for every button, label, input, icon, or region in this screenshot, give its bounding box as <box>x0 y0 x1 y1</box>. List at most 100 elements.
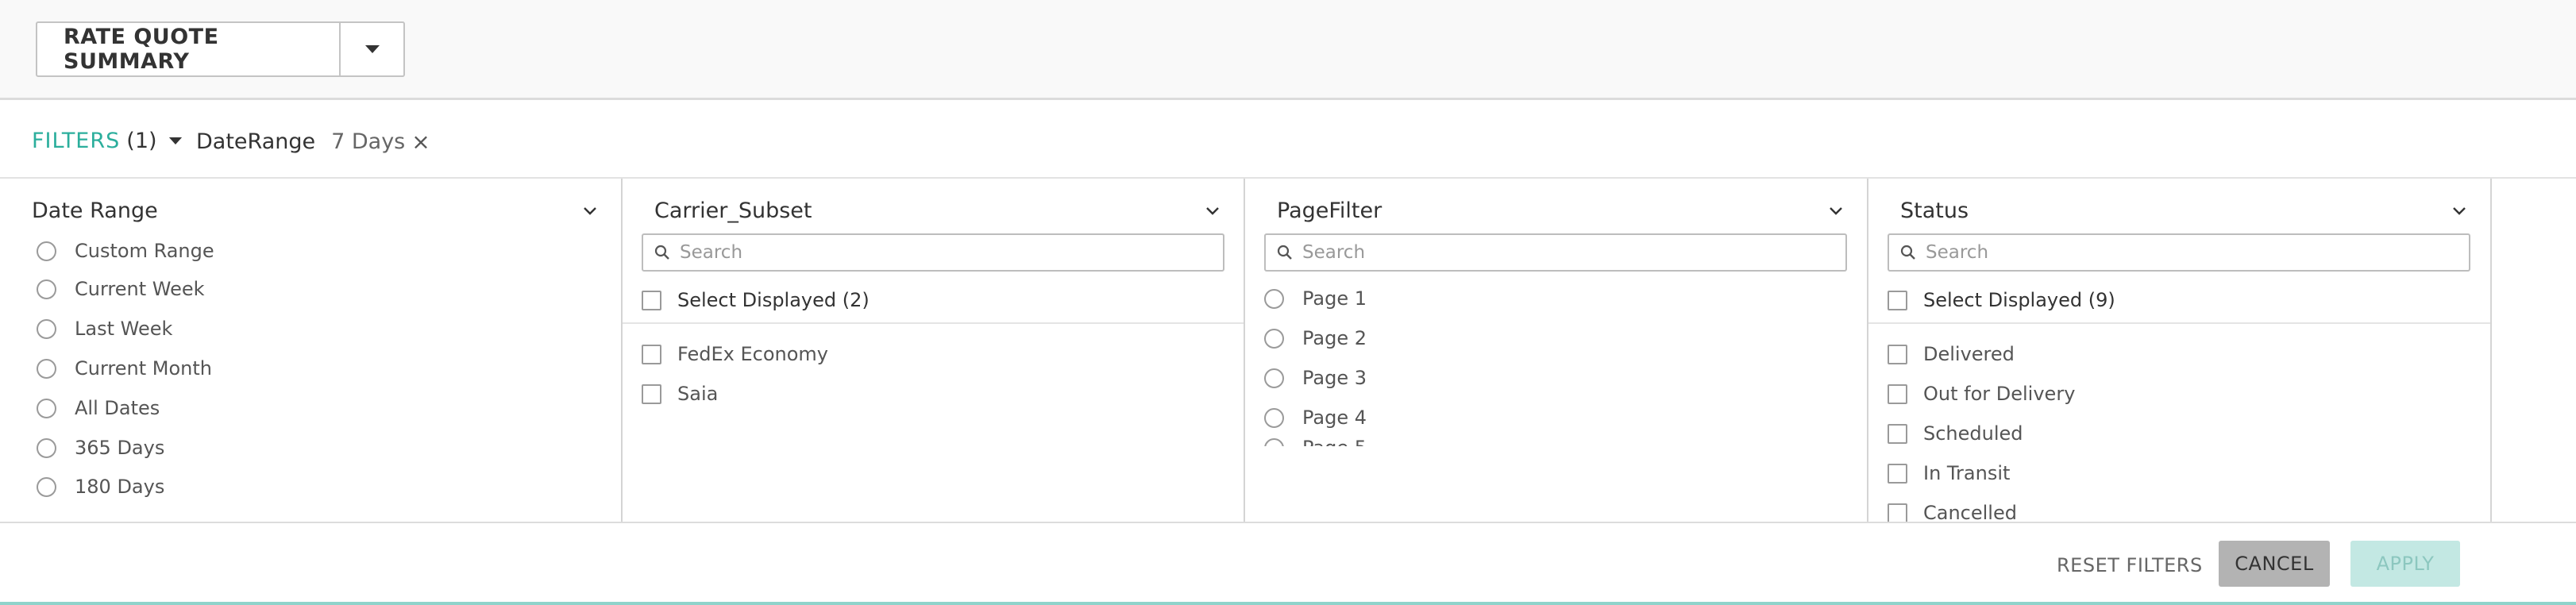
radio-button[interactable] <box>37 358 56 379</box>
option-label: Cancelled <box>1923 502 2017 522</box>
close-icon[interactable]: × <box>411 129 430 155</box>
search-input[interactable] <box>1926 242 2442 263</box>
select-displayed-label: Select Displayed (9) <box>1923 289 2115 311</box>
chevron-down-icon[interactable] <box>2452 206 2466 215</box>
select-displayed-label: Select Displayed (2) <box>677 289 870 311</box>
radio-button[interactable] <box>1264 288 1284 309</box>
filters-count: (1) <box>126 129 157 153</box>
checkbox-option[interactable]: Out for Delivery <box>1888 383 2075 405</box>
search-input[interactable] <box>680 242 1196 263</box>
option-label: Page 5 <box>1302 437 1367 446</box>
radio-button[interactable] <box>37 241 56 261</box>
checkbox[interactable] <box>1888 503 1907 522</box>
checkbox[interactable] <box>642 383 661 404</box>
radio-option[interactable]: Last Week <box>37 318 172 340</box>
search-box <box>1264 233 1847 272</box>
cancel-button[interactable]: CANCEL <box>2219 541 2330 587</box>
chevron-down-icon[interactable] <box>1205 206 1220 215</box>
select-displayed-checkbox[interactable]: Select Displayed (2) <box>642 289 870 311</box>
radio-option[interactable]: Custom Range <box>37 240 214 262</box>
filters-toggle-label: FILTERS <box>32 129 121 153</box>
chip-key: DateRange <box>196 129 316 154</box>
page-option-list: Page 1 Page 2 Page 3 <box>1245 278 1867 397</box>
filter-panel-status: Status Select Displayed (9) Delivered Ou… <box>1868 179 2492 522</box>
checkbox-option[interactable]: FedEx Economy <box>642 343 828 365</box>
radio-option[interactable]: Current Week <box>37 278 205 300</box>
radio-option[interactable]: Page 4 <box>1264 407 1367 429</box>
option-label: Page 4 <box>1302 407 1367 429</box>
checkbox-option[interactable]: In Transit <box>1888 462 2010 484</box>
checkbox-option[interactable]: Delivered <box>1888 343 2015 365</box>
filter-chip-daterange[interactable]: DateRange 7 Days × <box>196 129 430 155</box>
radio-option[interactable]: Page 3 <box>1264 367 1367 389</box>
radio-option[interactable]: 365 Days <box>37 437 164 459</box>
apply-button[interactable]: APPLY <box>2350 541 2460 587</box>
report-selector-dropdown[interactable] <box>341 23 403 75</box>
option-label: Last Week <box>75 318 173 340</box>
radio-button[interactable] <box>37 398 56 418</box>
radio-button[interactable] <box>37 437 56 458</box>
filter-panel-carrier-subset: Carrier_Subset Select Displayed (2) FedE… <box>623 179 1245 522</box>
option-label: Page 1 <box>1302 287 1367 310</box>
radio-button[interactable] <box>1264 328 1284 349</box>
filter-panel-page-filter: PageFilter Page 1 Page 2 Page 3 Page 4 P… <box>1245 179 1868 522</box>
report-toolbar: RATE QUOTE SUMMARY <box>0 0 2576 100</box>
checkbox[interactable] <box>642 290 661 310</box>
radio-button[interactable] <box>1264 407 1284 428</box>
radio-button[interactable] <box>1264 437 1284 446</box>
option-label: FedEx Economy <box>677 343 829 365</box>
checkbox[interactable] <box>642 344 661 364</box>
checkbox[interactable] <box>1888 423 1907 444</box>
panel-title: Date Range <box>32 198 158 223</box>
option-label: 180 Days <box>75 476 165 498</box>
radio-button[interactable] <box>1264 368 1284 388</box>
filter-bar: FILTERS (1) DateRange 7 Days × <box>0 102 2576 179</box>
radio-option[interactable]: Page 2 <box>1264 327 1367 349</box>
checkbox-option[interactable]: Scheduled <box>1888 422 2023 445</box>
panel-title: PageFilter <box>1277 198 1382 223</box>
option-label: All Dates <box>75 397 160 419</box>
option-label: Delivered <box>1923 343 2015 365</box>
search-icon <box>1277 245 1292 260</box>
reset-filters-button[interactable]: RESET FILTERS <box>2057 542 2203 588</box>
select-displayed-checkbox[interactable]: Select Displayed (9) <box>1888 289 2115 311</box>
radio-option[interactable]: Page 1 <box>1264 287 1367 310</box>
filter-footer: RESET FILTERS CANCEL APPLY <box>0 522 2576 605</box>
radio-button[interactable] <box>37 318 56 339</box>
divider <box>623 322 1244 324</box>
option-label: Saia <box>677 383 719 405</box>
report-selector[interactable]: RATE QUOTE SUMMARY <box>36 21 405 77</box>
panel-header[interactable]: Status <box>1900 195 2466 226</box>
checkbox[interactable] <box>1888 344 1907 364</box>
search-icon <box>654 245 669 260</box>
filter-panel-date-range: Date Range Custom Range Current Week Las… <box>0 179 623 522</box>
radio-option[interactable]: Page 5 <box>1264 437 1367 446</box>
report-selector-label[interactable]: RATE QUOTE SUMMARY <box>37 23 341 75</box>
radio-button[interactable] <box>37 279 56 299</box>
chevron-down-icon[interactable] <box>583 206 597 215</box>
checkbox[interactable] <box>1888 463 1907 484</box>
checkbox-option[interactable]: Cancelled <box>1888 502 2017 522</box>
option-label: Custom Range <box>75 240 214 262</box>
filter-panels: Date Range Custom Range Current Week Las… <box>0 179 2576 522</box>
radio-option[interactable]: 180 Days <box>37 476 164 498</box>
panel-title: Status <box>1900 198 1969 223</box>
option-label: Out for Delivery <box>1923 383 2076 405</box>
search-box <box>1888 233 2470 272</box>
radio-option[interactable]: Current Month <box>37 357 212 380</box>
panel-title: Carrier_Subset <box>654 198 812 223</box>
checkbox-option[interactable]: Saia <box>642 383 718 405</box>
checkbox[interactable] <box>1888 290 1907 310</box>
radio-button[interactable] <box>37 476 56 497</box>
radio-option[interactable]: All Dates <box>37 397 160 419</box>
panel-header[interactable]: PageFilter <box>1277 195 1843 226</box>
search-input[interactable] <box>1302 242 1818 263</box>
option-label: Current Week <box>75 278 205 300</box>
filters-toggle[interactable]: FILTERS (1) <box>32 129 183 153</box>
caret-down-icon <box>364 45 380 53</box>
panel-header[interactable]: Carrier_Subset <box>654 195 1220 226</box>
checkbox[interactable] <box>1888 383 1907 404</box>
panel-header[interactable]: Date Range <box>32 195 597 226</box>
status-option-list: Delivered Out for Delivery Scheduled In … <box>1868 324 2490 522</box>
chevron-down-icon[interactable] <box>1829 206 1843 215</box>
